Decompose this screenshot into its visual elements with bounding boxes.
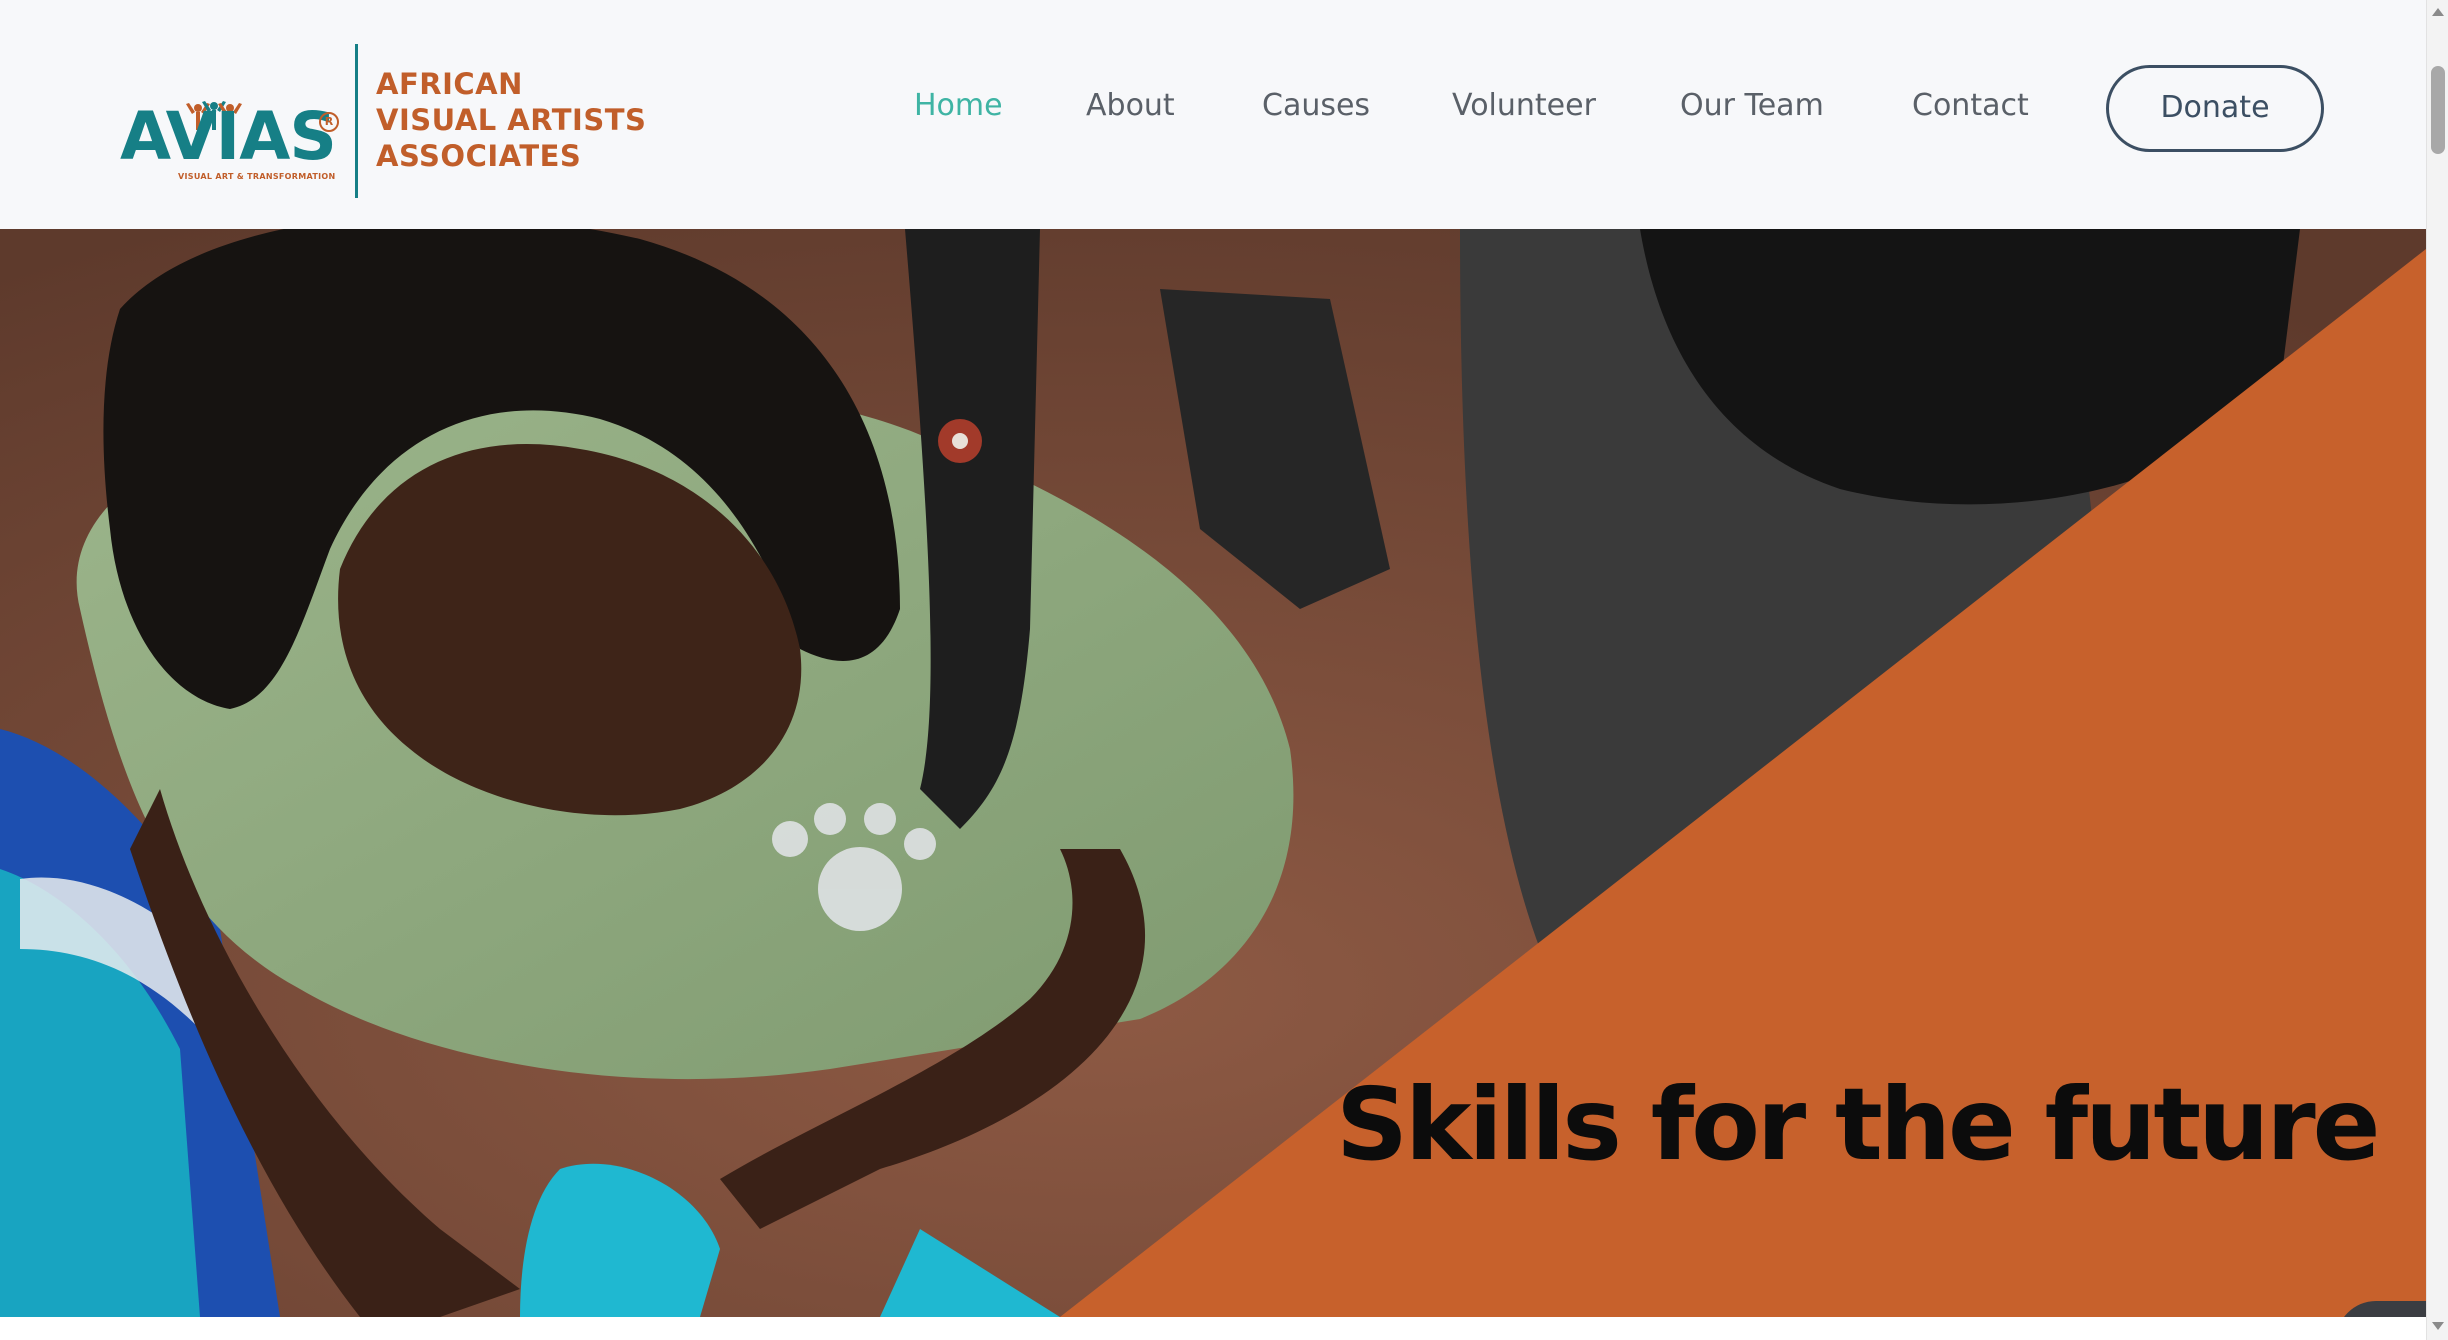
nav-link-causes[interactable]: Causes — [1262, 88, 1370, 123]
organization-name-line: VISUAL ARTISTS — [376, 103, 647, 137]
page-bottom-strip — [0, 1317, 2426, 1340]
organization-name-line: ASSOCIATES — [376, 139, 582, 173]
logo-tagline: VISUAL ART & TRANSFORMATION — [178, 172, 336, 181]
logo-avias-text: AVIAS — [120, 98, 337, 175]
logo-divider — [355, 44, 358, 198]
nav-link-our-team[interactable]: Our Team — [1680, 88, 1824, 123]
avias-logo-mark: AVIAS R VISUAL ART & TRANSFORMATION — [118, 64, 348, 184]
nav-link-volunteer[interactable]: Volunteer — [1452, 88, 1596, 123]
scroll-up-arrow-icon[interactable] — [2432, 8, 2444, 16]
scrollbar-thumb[interactable] — [2431, 66, 2445, 154]
organization-name: AFRICAN VISUAL ARTISTS ASSOCIATES — [376, 66, 646, 174]
nav-link-home[interactable]: Home — [914, 88, 1003, 123]
organization-name-line: AFRICAN — [376, 67, 523, 101]
scroll-down-arrow-icon[interactable] — [2432, 1322, 2444, 1330]
site-logo[interactable]: AVIAS R VISUAL ART & TRANSFORMATION AFRI… — [118, 44, 646, 200]
hero-heading: Skills for the future — [1336, 1066, 2380, 1183]
vertical-scrollbar[interactable] — [2426, 0, 2448, 1340]
nav-link-contact[interactable]: Contact — [1912, 88, 2029, 123]
nav-link-about[interactable]: About — [1086, 88, 1175, 123]
site-header: AVIAS R VISUAL ART & TRANSFORMATION AFRI… — [0, 0, 2426, 229]
hero-banner: Skills for the future — [0, 229, 2426, 1317]
donate-button[interactable]: Donate — [2106, 65, 2324, 152]
registered-mark-icon: R — [319, 112, 339, 132]
